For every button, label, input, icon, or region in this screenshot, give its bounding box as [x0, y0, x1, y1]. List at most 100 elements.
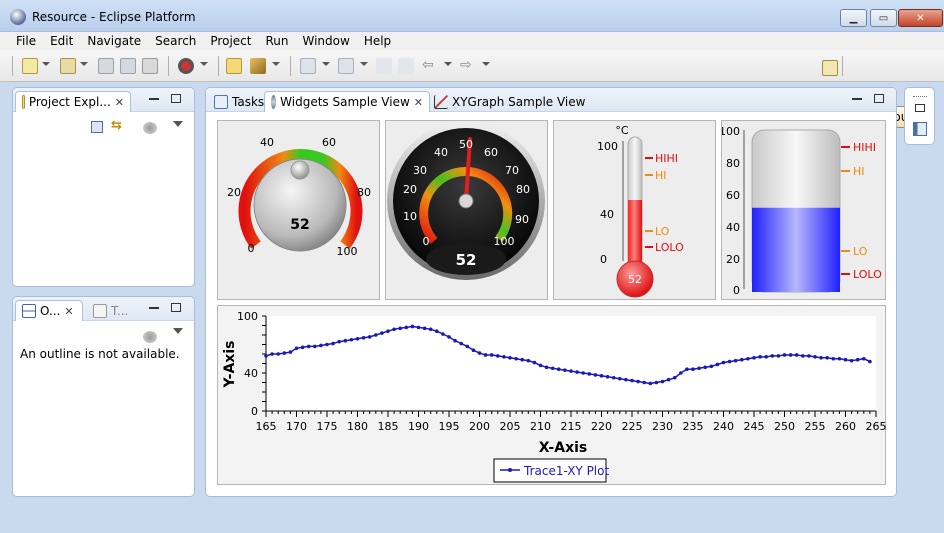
filter-icon[interactable]	[143, 122, 157, 134]
tab-outline-label: O...	[40, 304, 61, 318]
thermometer-level: HIHI	[655, 152, 678, 165]
trace-point	[367, 335, 372, 339]
tab-tasks[interactable]: Tasks	[208, 91, 270, 112]
restore-icon[interactable]	[915, 104, 925, 112]
trace-point	[709, 364, 714, 369]
trace-point	[813, 355, 817, 359]
menu-run[interactable]: Run	[259, 32, 296, 50]
trace-point	[611, 375, 616, 380]
pin-icon[interactable]	[398, 58, 414, 74]
save-all-icon[interactable]	[120, 58, 136, 74]
legend-label: Trace1-XY Plot	[523, 464, 609, 478]
edit-dropdown-icon[interactable]	[272, 62, 280, 66]
outline-icon	[22, 304, 36, 318]
task-list-icon	[93, 303, 107, 318]
tab-xygraph-sample-view[interactable]: XYGraph Sample View	[428, 91, 591, 112]
close-icon[interactable]: ✕	[64, 305, 73, 318]
close-icon[interactable]: ✕	[115, 96, 124, 109]
new-wizard-icon[interactable]	[60, 58, 76, 74]
trace-point	[691, 367, 695, 371]
x-tick-label: 185	[378, 420, 399, 433]
tab-outline[interactable]: O... ✕	[15, 300, 83, 321]
view-menu-icon[interactable]	[173, 328, 183, 334]
tab-widgets-sample-view[interactable]: Widgets Sample View ✕	[264, 91, 430, 112]
trace-point	[489, 353, 494, 357]
save-icon[interactable]	[98, 58, 114, 74]
trace-point	[422, 326, 427, 331]
tab-project-explorer-label: Project Expl...	[28, 95, 111, 109]
x-tick-label: 250	[774, 420, 795, 433]
tab-xygraph-label: XYGraph Sample View	[452, 94, 586, 109]
eclipse-icon	[10, 9, 26, 25]
view-menu-icon[interactable]	[173, 121, 183, 127]
trace-point	[520, 357, 524, 362]
gauge-tick: 90	[515, 213, 529, 226]
new-dropdown-icon[interactable]	[42, 62, 50, 66]
prev-annotation-dropdown-icon[interactable]	[360, 62, 368, 66]
maximize-button[interactable]: ▭	[870, 9, 897, 27]
y-axis-title: Y-Axis	[222, 341, 238, 389]
maximize-view-icon[interactable]	[171, 303, 181, 312]
trace-point	[428, 327, 433, 332]
collapse-all-icon[interactable]	[91, 121, 103, 133]
trace-point	[550, 366, 555, 371]
trace-point	[538, 363, 543, 368]
maximize-view-icon[interactable]	[874, 94, 884, 103]
prev-annotation-icon[interactable]	[338, 58, 354, 74]
trace-point	[727, 359, 732, 364]
back-dropdown-icon[interactable]	[444, 62, 452, 66]
thermometer-value: 52	[628, 273, 642, 286]
close-button[interactable]: ✕	[898, 9, 943, 27]
knob-thumb[interactable]	[290, 160, 310, 180]
debug-dropdown-icon[interactable]	[200, 62, 208, 66]
trace-point	[386, 329, 390, 333]
close-icon[interactable]: ✕	[414, 96, 423, 109]
debug-icon[interactable]	[178, 58, 194, 74]
menu-window[interactable]: Window	[296, 32, 357, 50]
new-icon[interactable]	[22, 58, 38, 74]
x-axis-title: X-Axis	[539, 440, 587, 456]
gauge-tick: 30	[413, 164, 427, 177]
minimize-view-icon[interactable]	[852, 98, 862, 100]
forward-dropdown-icon[interactable]	[482, 62, 490, 66]
filter-icon[interactable]	[143, 331, 157, 343]
minimize-view-icon[interactable]	[149, 307, 159, 309]
knob-tick: 80	[357, 186, 371, 199]
minimize-view-icon[interactable]	[149, 98, 159, 100]
new-wizard-dropdown-icon[interactable]	[80, 62, 88, 66]
menu-help[interactable]: Help	[358, 32, 399, 50]
trace-point	[849, 358, 854, 363]
widgets-icon	[271, 95, 277, 109]
thermometer-level: LOLO	[655, 241, 684, 254]
trace-point	[392, 327, 396, 332]
next-annotation-dropdown-icon[interactable]	[322, 62, 330, 66]
menu-edit[interactable]: Edit	[44, 32, 81, 50]
toolbar-separator	[218, 56, 219, 76]
tab-project-explorer[interactable]: Project Expl... ✕	[15, 91, 131, 112]
print-icon[interactable]	[142, 58, 158, 74]
minimize-button[interactable]: ▁	[840, 9, 867, 27]
forward-icon[interactable]: ⇨	[460, 58, 476, 74]
edit-icon[interactable]	[250, 58, 266, 74]
tab-task-list[interactable]: T...	[87, 300, 134, 321]
last-edit-icon[interactable]	[376, 58, 392, 74]
menu-navigate[interactable]: Navigate	[81, 32, 149, 50]
next-annotation-icon[interactable]	[300, 58, 316, 74]
trace-point	[532, 360, 537, 365]
open-perspective-icon[interactable]	[822, 60, 838, 76]
menu-project[interactable]: Project	[204, 32, 259, 50]
menu-search[interactable]: Search	[149, 32, 204, 50]
show-view-icon[interactable]	[913, 122, 927, 136]
gauge-tick: 80	[516, 183, 530, 196]
x-tick-label: 180	[347, 420, 368, 433]
y-tick-label: 0	[251, 405, 258, 418]
trace-point	[746, 356, 750, 361]
open-folder-icon[interactable]	[226, 58, 242, 74]
link-with-editor-icon[interactable]: ⇆	[111, 119, 127, 133]
tank-tick: 60	[726, 189, 740, 202]
x-tick-label: 265	[866, 420, 887, 433]
back-icon[interactable]: ⇦	[422, 58, 438, 74]
maximize-view-icon[interactable]	[171, 94, 181, 103]
menu-file[interactable]: File	[10, 32, 44, 50]
trace-point	[416, 325, 421, 330]
